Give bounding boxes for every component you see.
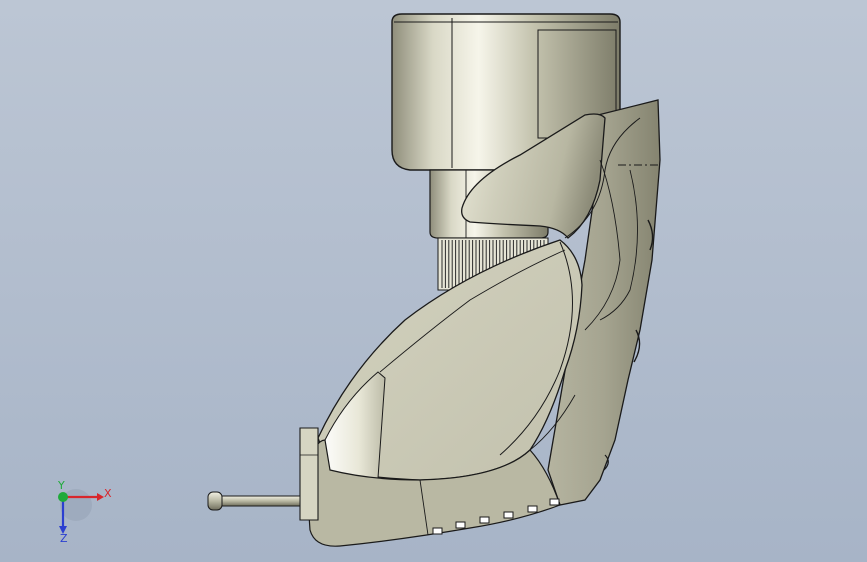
vent-slot [455,521,466,529]
mount-block [299,427,319,521]
triad-x-arrow-icon [97,493,104,501]
vent-slot [549,498,560,506]
coordinate-triad: X Y Z [57,479,112,545]
triad-z-label: Z [60,532,68,545]
triad-y-label: Y [57,479,65,492]
cad-viewport[interactable]: X Y Z [0,0,867,562]
connector-pin [219,495,301,507]
vent-slot [432,527,443,535]
triad-y-axis-icon [58,492,68,502]
vent-slot [503,511,514,519]
vent-slot [527,505,538,513]
vent-slot [479,516,490,524]
triad-x-label: X [104,487,112,500]
connector-pin-tip [207,491,223,511]
connector-assembly[interactable] [207,427,319,521]
